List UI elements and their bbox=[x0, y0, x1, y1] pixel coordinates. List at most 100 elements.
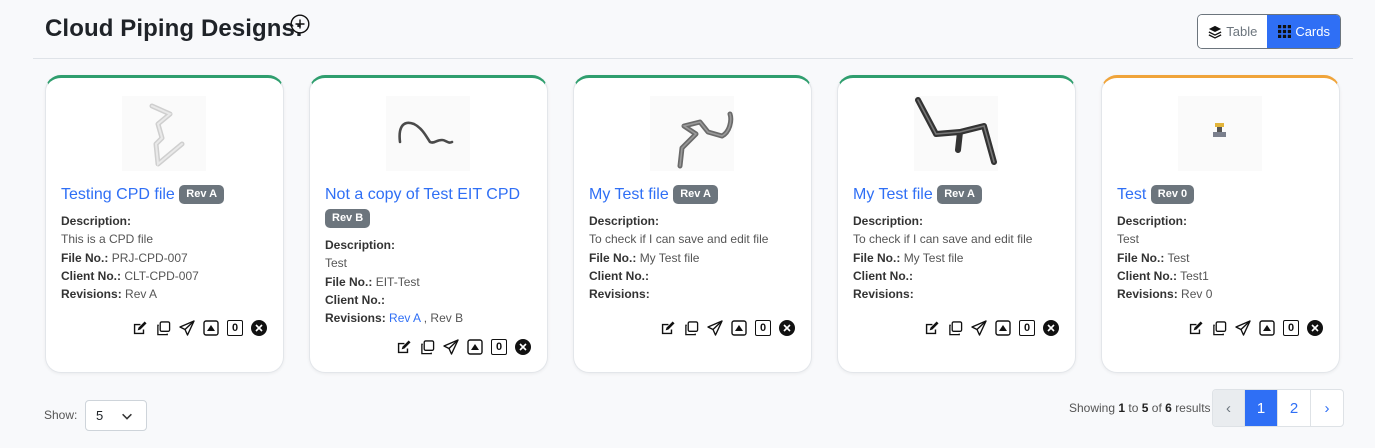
card-body: Not a copy of Test EIT CPD Rev B Descrip… bbox=[325, 183, 540, 327]
revisions-label: Revisions: bbox=[61, 287, 122, 302]
copy-icon bbox=[1212, 320, 1226, 335]
design-thumbnail[interactable] bbox=[386, 96, 470, 171]
revisions-value: Rev A bbox=[125, 287, 158, 302]
revision-badge: Rev A bbox=[937, 185, 982, 204]
description-label: Description: bbox=[589, 214, 660, 228]
card-title-link[interactable]: My Test file bbox=[589, 186, 669, 203]
design-thumbnail[interactable] bbox=[122, 96, 206, 171]
copy-button[interactable] bbox=[947, 320, 963, 336]
upload-button[interactable] bbox=[731, 320, 747, 336]
design-card: My Test file Rev A Description: To check… bbox=[837, 75, 1076, 373]
upload-button[interactable] bbox=[467, 339, 483, 355]
send-icon bbox=[707, 320, 723, 336]
revisions-label: Revisions: bbox=[1117, 287, 1178, 302]
page-size-value: 5 bbox=[96, 408, 104, 423]
next-page-button[interactable]: › bbox=[1310, 390, 1343, 426]
revisions-label: Revisions: bbox=[325, 311, 386, 326]
count-box[interactable]: 0 bbox=[491, 339, 507, 355]
card-title-link[interactable]: Not a copy of Test EIT CPD bbox=[325, 186, 520, 203]
upload-button[interactable] bbox=[1259, 320, 1275, 336]
copy-button[interactable] bbox=[1211, 320, 1227, 336]
upload-button[interactable] bbox=[995, 320, 1011, 336]
client-no-label: Client No.: bbox=[853, 268, 913, 283]
copy-button[interactable] bbox=[419, 339, 435, 355]
file-no-label: File No.: bbox=[589, 250, 637, 265]
delete-button[interactable] bbox=[251, 320, 267, 336]
results-from: 1 bbox=[1118, 401, 1126, 415]
send-button[interactable] bbox=[707, 320, 723, 336]
send-icon bbox=[1235, 320, 1251, 336]
file-no-label: File No.: bbox=[853, 250, 901, 265]
delete-button[interactable] bbox=[1043, 320, 1059, 336]
results-to-word: to bbox=[1128, 401, 1139, 415]
client-no-value: CLT-CPD-007 bbox=[124, 268, 199, 283]
design-thumbnail[interactable] bbox=[914, 96, 998, 171]
send-icon bbox=[443, 339, 459, 355]
revisions-separator: , bbox=[420, 311, 431, 326]
file-no-label: File No.: bbox=[1117, 250, 1165, 265]
send-button[interactable] bbox=[971, 320, 987, 336]
count-box[interactable]: 0 bbox=[1019, 320, 1035, 336]
copy-button[interactable] bbox=[683, 320, 699, 336]
delete-button[interactable] bbox=[515, 339, 531, 355]
count-box[interactable]: 0 bbox=[227, 320, 243, 336]
edit-icon bbox=[397, 339, 411, 353]
caret-up-square-icon bbox=[203, 320, 219, 336]
description-value: This is a CPD file bbox=[61, 232, 154, 247]
grid-icon bbox=[1278, 25, 1292, 38]
client-no-value: Test1 bbox=[1180, 268, 1209, 283]
cards-view-label: Cards bbox=[1295, 24, 1330, 39]
caret-up-square-icon bbox=[467, 339, 483, 355]
edit-button[interactable] bbox=[395, 339, 411, 355]
count-box[interactable]: 0 bbox=[755, 320, 771, 336]
page-button-1[interactable]: 1 bbox=[1244, 390, 1277, 426]
card-title-link[interactable]: My Test file bbox=[853, 186, 933, 203]
plus-circle-icon bbox=[290, 14, 310, 34]
page-size-select[interactable]: 5 bbox=[85, 400, 147, 431]
revisions-label: Revisions: bbox=[589, 287, 650, 302]
file-no-value: PRJ-CPD-007 bbox=[111, 250, 188, 265]
description-label: Description: bbox=[61, 214, 132, 228]
send-button[interactable] bbox=[443, 339, 459, 355]
send-button[interactable] bbox=[1235, 320, 1251, 336]
revision-badge: Rev A bbox=[179, 185, 225, 204]
table-view-button[interactable]: Table bbox=[1198, 15, 1268, 48]
view-toggle: Table Cards bbox=[1197, 14, 1341, 49]
cards-view-button[interactable]: Cards bbox=[1267, 15, 1340, 48]
design-thumbnail[interactable] bbox=[1178, 96, 1262, 171]
copy-button[interactable] bbox=[155, 320, 171, 336]
edit-button[interactable] bbox=[131, 320, 147, 336]
add-design-button[interactable] bbox=[290, 14, 310, 34]
delete-button[interactable] bbox=[779, 320, 795, 336]
close-circle-icon bbox=[251, 320, 267, 336]
card-actions: 0 bbox=[923, 320, 1059, 336]
copy-icon bbox=[948, 320, 962, 335]
edit-button[interactable] bbox=[1187, 320, 1203, 336]
page-title: Cloud Piping Designs: bbox=[45, 15, 304, 42]
caret-up-square-icon bbox=[731, 320, 747, 336]
card-actions: 0 bbox=[395, 339, 531, 355]
edit-button[interactable] bbox=[923, 320, 939, 336]
revisions-label: Revisions: bbox=[853, 287, 914, 302]
results-of-word: of bbox=[1151, 401, 1162, 415]
page-size-label: Show: bbox=[44, 408, 78, 422]
client-no-label: Client No.: bbox=[325, 292, 385, 307]
send-button[interactable] bbox=[179, 320, 195, 336]
upload-button[interactable] bbox=[203, 320, 219, 336]
page-button-2[interactable]: 2 bbox=[1277, 390, 1310, 426]
card-title-link[interactable]: Test bbox=[1117, 186, 1146, 203]
card-title-link[interactable]: Testing CPD file bbox=[61, 186, 175, 203]
design-card: Not a copy of Test EIT CPD Rev B Descrip… bbox=[309, 75, 548, 373]
design-thumbnail[interactable] bbox=[650, 96, 734, 171]
client-no-label: Client No.: bbox=[1117, 268, 1177, 283]
revision-link[interactable]: Rev A bbox=[389, 311, 420, 325]
description-value: To check if I can save and edit file bbox=[589, 232, 769, 247]
card-body: My Test file Rev A Description: To check… bbox=[589, 183, 804, 303]
count-box[interactable]: 0 bbox=[1283, 320, 1299, 336]
description-value: Test bbox=[325, 256, 348, 271]
edit-button[interactable] bbox=[659, 320, 675, 336]
delete-button[interactable] bbox=[1307, 320, 1323, 336]
file-no-label: File No.: bbox=[325, 274, 373, 289]
prev-page-button[interactable]: ‹ bbox=[1213, 390, 1244, 426]
edit-icon bbox=[661, 320, 675, 334]
